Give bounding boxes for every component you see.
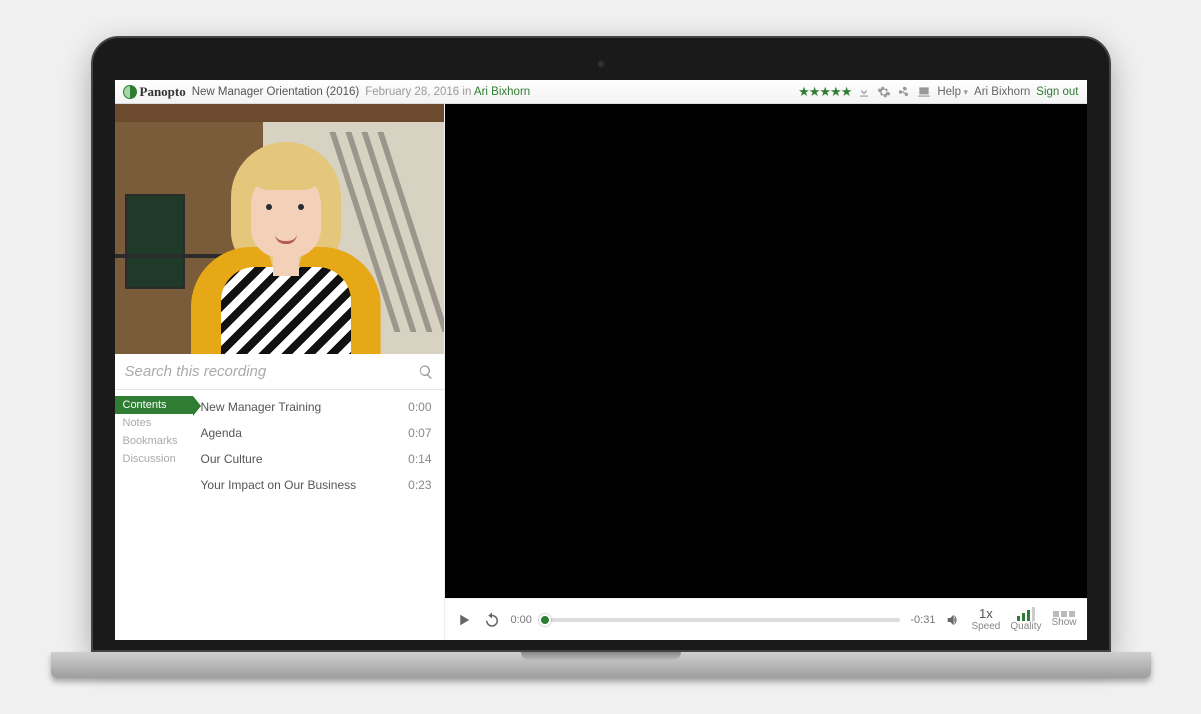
seek-track xyxy=(545,618,901,622)
presenter-video-thumb[interactable] xyxy=(115,104,444,354)
presenter-scene-panel xyxy=(125,194,185,289)
speed-control[interactable]: 1x Speed xyxy=(971,607,1000,632)
recording-meta: February 28, 2016 in Ari Bixhorn xyxy=(365,86,530,98)
laptop-camera-icon xyxy=(597,60,605,68)
quality-label: Quality xyxy=(1010,621,1041,632)
recording-title: New Manager Orientation (2016) xyxy=(192,86,359,98)
share-icon[interactable] xyxy=(897,85,911,99)
volume-icon xyxy=(945,612,961,628)
rating-stars[interactable]: ★★★★★ xyxy=(798,84,851,100)
right-panel: 0:00 -0:31 1x Speed xyxy=(445,104,1087,640)
brand-logo[interactable]: Panopto xyxy=(123,84,186,100)
toc-item[interactable]: Our Culture 0:14 xyxy=(201,446,432,472)
top-bar: Panopto New Manager Orientation (2016) F… xyxy=(115,80,1087,104)
help-menu[interactable]: Help xyxy=(937,86,968,98)
toc-item-time: 0:14 xyxy=(408,452,431,466)
toc-item-title: New Manager Training xyxy=(201,400,322,414)
toc-item-title: Agenda xyxy=(201,426,242,440)
show-label: Show xyxy=(1051,617,1076,628)
play-icon xyxy=(455,611,473,629)
rewind-icon xyxy=(483,611,501,629)
download-icon[interactable] xyxy=(857,85,871,99)
rewind-button[interactable] xyxy=(483,611,501,629)
tab-discussion[interactable]: Discussion xyxy=(115,450,193,468)
toc-item-title: Our Culture xyxy=(201,452,263,466)
presenter-person-icon xyxy=(186,142,386,354)
speed-value: 1x xyxy=(979,607,993,621)
toc-item[interactable]: New Manager Training 0:00 xyxy=(201,394,432,420)
laptop-frame: Panopto New Manager Orientation (2016) F… xyxy=(91,36,1111,678)
seek-thumb-icon[interactable] xyxy=(539,614,551,626)
show-control[interactable]: Show xyxy=(1051,611,1076,628)
player-controls: 0:00 -0:31 1x Speed xyxy=(445,598,1087,640)
tab-contents[interactable]: Contents xyxy=(115,396,193,414)
body: Contents Notes Bookmarks Discussion New … xyxy=(115,104,1087,640)
sign-out-link[interactable]: Sign out xyxy=(1036,86,1078,98)
laptop-bezel: Panopto New Manager Orientation (2016) F… xyxy=(91,36,1111,652)
toc-item-time: 0:23 xyxy=(408,478,431,492)
remaining-time: -0:31 xyxy=(910,614,935,626)
toc-list: New Manager Training 0:00 Agenda 0:07 Ou… xyxy=(193,390,444,640)
app-screen: Panopto New Manager Orientation (2016) F… xyxy=(115,80,1087,640)
left-panel: Contents Notes Bookmarks Discussion New … xyxy=(115,104,445,640)
current-time: 0:00 xyxy=(511,614,535,626)
laptop-base xyxy=(51,652,1151,678)
quality-control[interactable]: Quality xyxy=(1010,607,1041,632)
play-button[interactable] xyxy=(455,611,473,629)
main-video-area[interactable] xyxy=(445,104,1087,598)
quality-bars-icon xyxy=(1017,607,1035,621)
info-icon[interactable] xyxy=(917,85,931,99)
user-name[interactable]: Ari Bixhorn xyxy=(974,86,1030,98)
search-bar xyxy=(115,354,444,390)
toc-item-time: 0:07 xyxy=(408,426,431,440)
toc-item[interactable]: Your Impact on Our Business 0:23 xyxy=(201,472,432,498)
toc-item-title: Your Impact on Our Business xyxy=(201,478,357,492)
side-tabs: Contents Notes Bookmarks Discussion xyxy=(115,390,193,640)
speed-label: Speed xyxy=(971,621,1000,632)
volume-button[interactable] xyxy=(945,612,961,628)
brand-name: Panopto xyxy=(140,84,186,100)
author-link[interactable]: Ari Bixhorn xyxy=(474,86,530,98)
brand-logo-icon xyxy=(123,85,137,99)
toc-item[interactable]: Agenda 0:07 xyxy=(201,420,432,446)
tab-bookmarks[interactable]: Bookmarks xyxy=(115,432,193,450)
in-word: in xyxy=(462,86,471,98)
search-icon[interactable] xyxy=(418,364,434,380)
tab-notes[interactable]: Notes xyxy=(115,414,193,432)
search-input[interactable] xyxy=(125,363,418,380)
recording-date: February 28, 2016 xyxy=(365,86,459,98)
toc-item-time: 0:00 xyxy=(408,400,431,414)
settings-icon[interactable] xyxy=(877,85,891,99)
seek-bar[interactable] xyxy=(545,613,901,627)
panel-row: Contents Notes Bookmarks Discussion New … xyxy=(115,390,444,640)
